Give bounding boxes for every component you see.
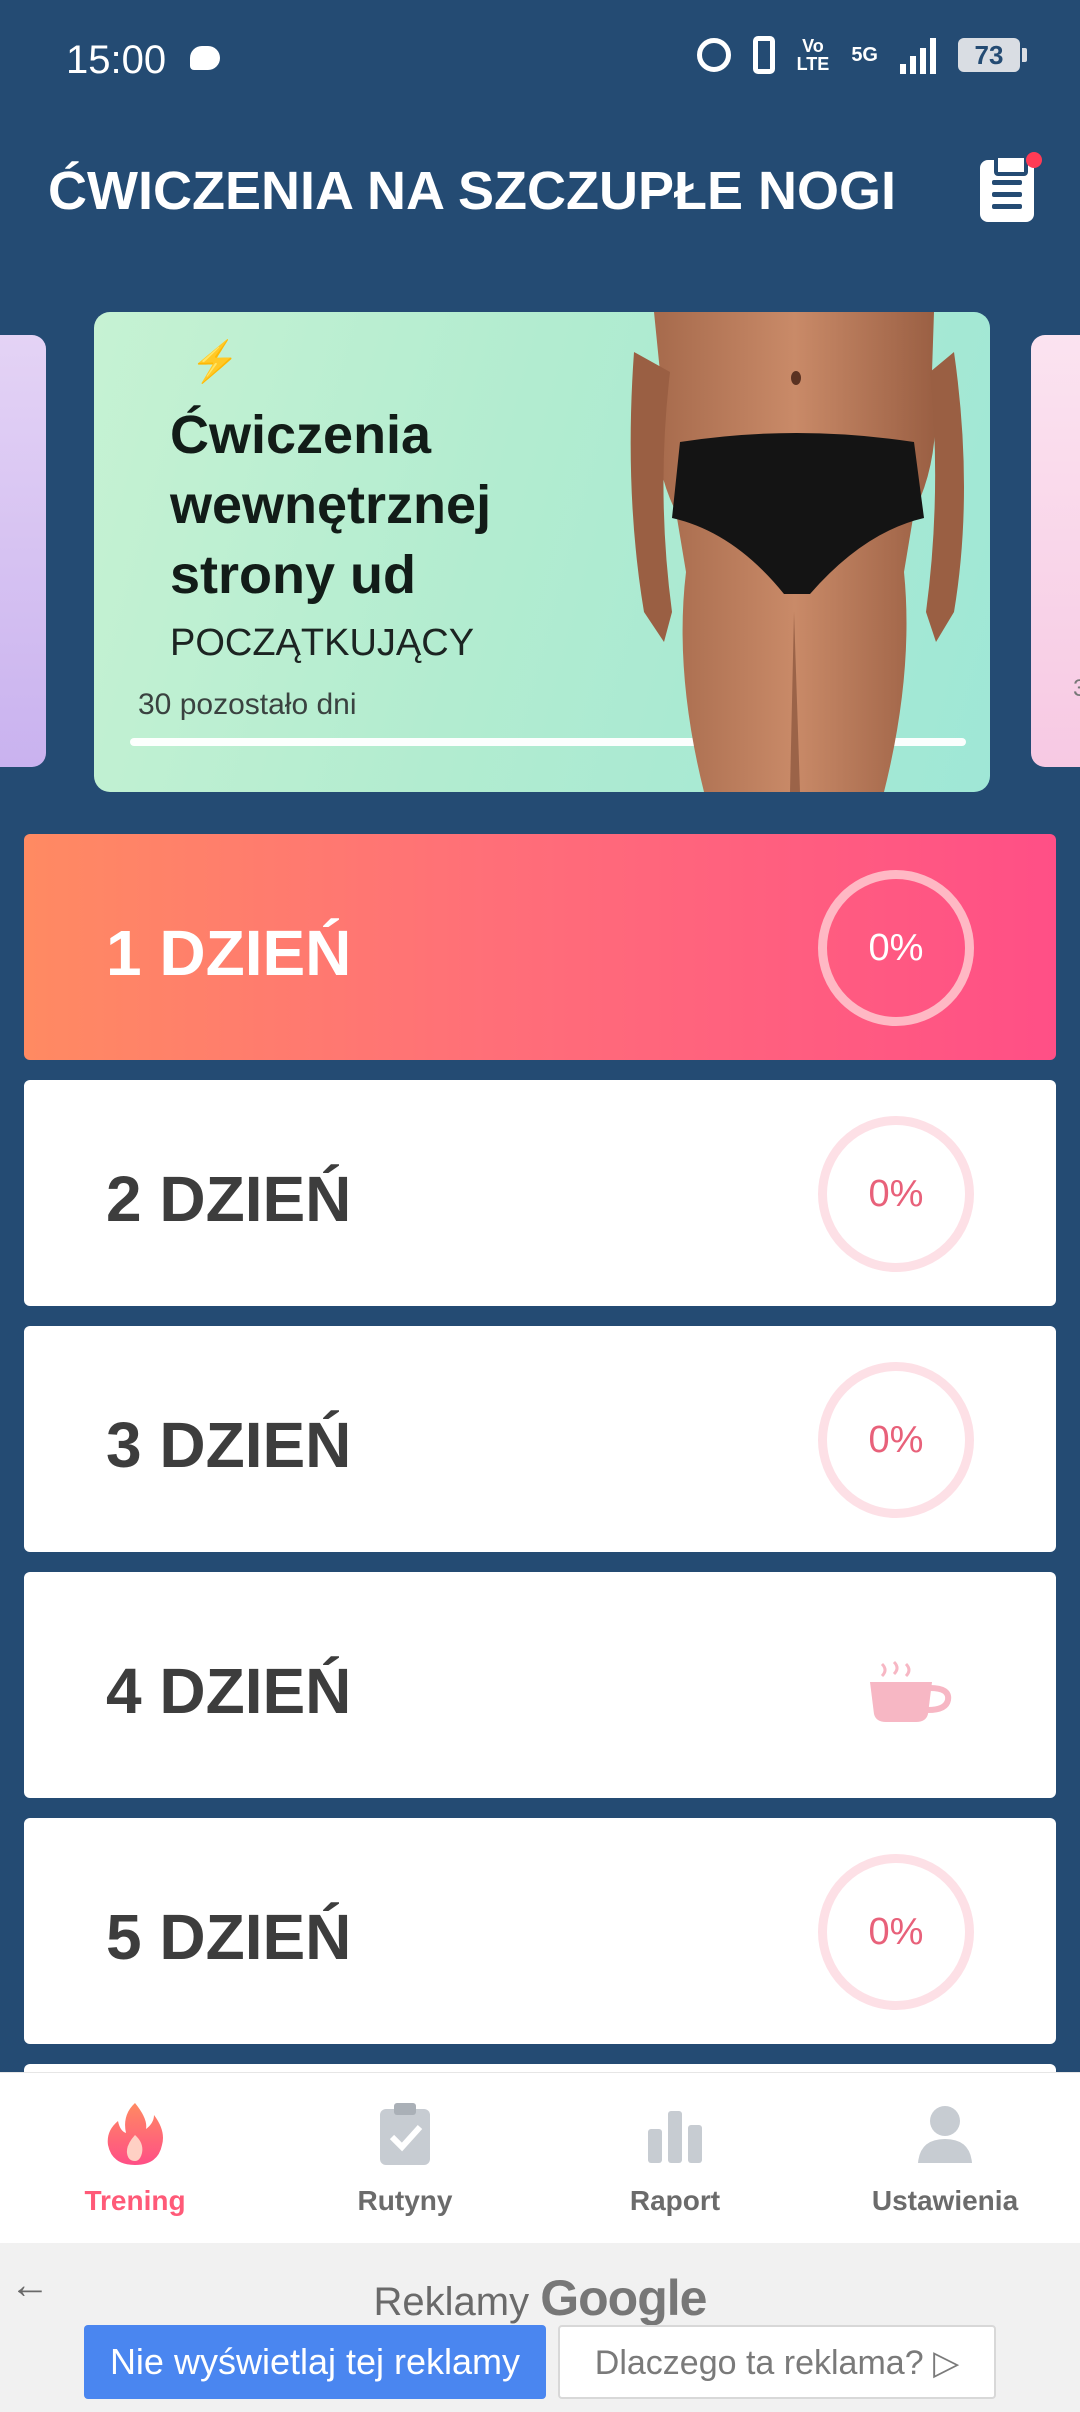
day-card-1[interactable]: 1 DZIEŃ 0% <box>24 834 1056 1060</box>
bar-chart-icon <box>648 2111 702 2163</box>
nav-label: Raport <box>629 2185 721 2216</box>
ad-title: Reklamy Google <box>0 2269 1080 2327</box>
status-icons: Vo LTE 5G 73 <box>696 36 1027 74</box>
program-banner[interactable]: ⚡ Ćwiczenia wewnętrznej strony ud POCZĄT… <box>94 312 990 792</box>
days-remaining: 30 pozostało dni <box>138 688 357 721</box>
nav-rutyny[interactable]: Rutyny <box>270 2073 540 2243</box>
vibrate-icon <box>752 36 775 74</box>
model-image <box>630 312 964 792</box>
nav-raport[interactable]: Raport <box>540 2073 810 2243</box>
coffee-cup-icon <box>870 1660 952 1722</box>
day-card-5[interactable]: 5 DZIEŃ 0% <box>24 1818 1056 2044</box>
play-arrow-icon: ▷ <box>933 2344 960 2382</box>
battery-icon: 73 <box>958 38 1027 72</box>
message-icon <box>190 46 220 70</box>
day-progress-ring: 0% <box>818 1116 974 1272</box>
day-label: 4 DZIEŃ <box>106 1655 352 1727</box>
nav-label: Rutyny <box>357 2185 453 2216</box>
nav-trening[interactable]: Trening <box>0 2073 270 2243</box>
ad-title-prefix: Reklamy <box>373 2280 530 2324</box>
day-label: 3 DZIEŃ <box>106 1409 352 1481</box>
hide-ad-button[interactable]: Nie wyświetlaj tej reklamy <box>84 2325 546 2399</box>
day-progress-ring: 0% <box>818 1854 974 2010</box>
nav-label: Trening <box>84 2185 186 2216</box>
bottom-navigation: Trening Rutyny Raport Ustawienia <box>0 2072 1080 2243</box>
day-label: 5 DZIEŃ <box>106 1901 352 1973</box>
program-level: POCZĄTKUJĄCY <box>170 622 475 664</box>
nav-ustawienia[interactable]: Ustawienia <box>810 2073 1080 2243</box>
clipboard-icon[interactable] <box>980 152 1042 222</box>
flame-icon <box>107 2103 163 2165</box>
lightning-icon: ⚡ <box>190 340 240 384</box>
notification-dot <box>1026 152 1042 168</box>
page-title: ĆWICZENIA NA SZCZUPŁE NOGI <box>48 161 896 221</box>
day-label: 2 DZIEŃ <box>106 1163 352 1235</box>
program-title: Ćwiczenia wewnętrznej strony ud <box>170 405 492 605</box>
volte-icon: Vo LTE <box>796 36 830 74</box>
day-progress-ring: 0% <box>818 1362 974 1518</box>
carousel-card-next[interactable]: 3 <box>1031 335 1080 767</box>
alarm-icon <box>696 38 731 72</box>
nav-label: Ustawienia <box>871 2185 1019 2216</box>
signal-icon <box>900 36 936 74</box>
status-bar: 15:00 Vo LTE 5G 73 <box>0 0 1080 120</box>
why-this-ad-button[interactable]: Dlaczego ta reklama? ▷ <box>558 2325 996 2399</box>
day-card-2[interactable]: 2 DZIEŃ 0% <box>24 1080 1056 1306</box>
carousel-card-previous[interactable] <box>0 335 46 767</box>
day-card-4-rest[interactable]: 4 DZIEŃ <box>24 1572 1056 1798</box>
day-card-3[interactable]: 3 DZIEŃ 0% <box>24 1326 1056 1552</box>
google-logo: Google <box>540 2270 707 2326</box>
status-time: 15:00 <box>66 38 167 82</box>
day-progress-ring: 0% <box>818 870 974 1026</box>
why-this-ad-label: Dlaczego ta reklama? <box>594 2344 924 2382</box>
day-label: 1 DZIEŃ <box>106 917 352 989</box>
person-icon <box>918 2106 972 2163</box>
ad-feedback-bar: ← Reklamy Google Nie wyświetlaj tej rekl… <box>0 2243 1080 2412</box>
next-card-days: 3 <box>1073 675 1080 702</box>
network-type: 5G <box>851 43 878 66</box>
clipboard-check-icon <box>380 2103 430 2165</box>
